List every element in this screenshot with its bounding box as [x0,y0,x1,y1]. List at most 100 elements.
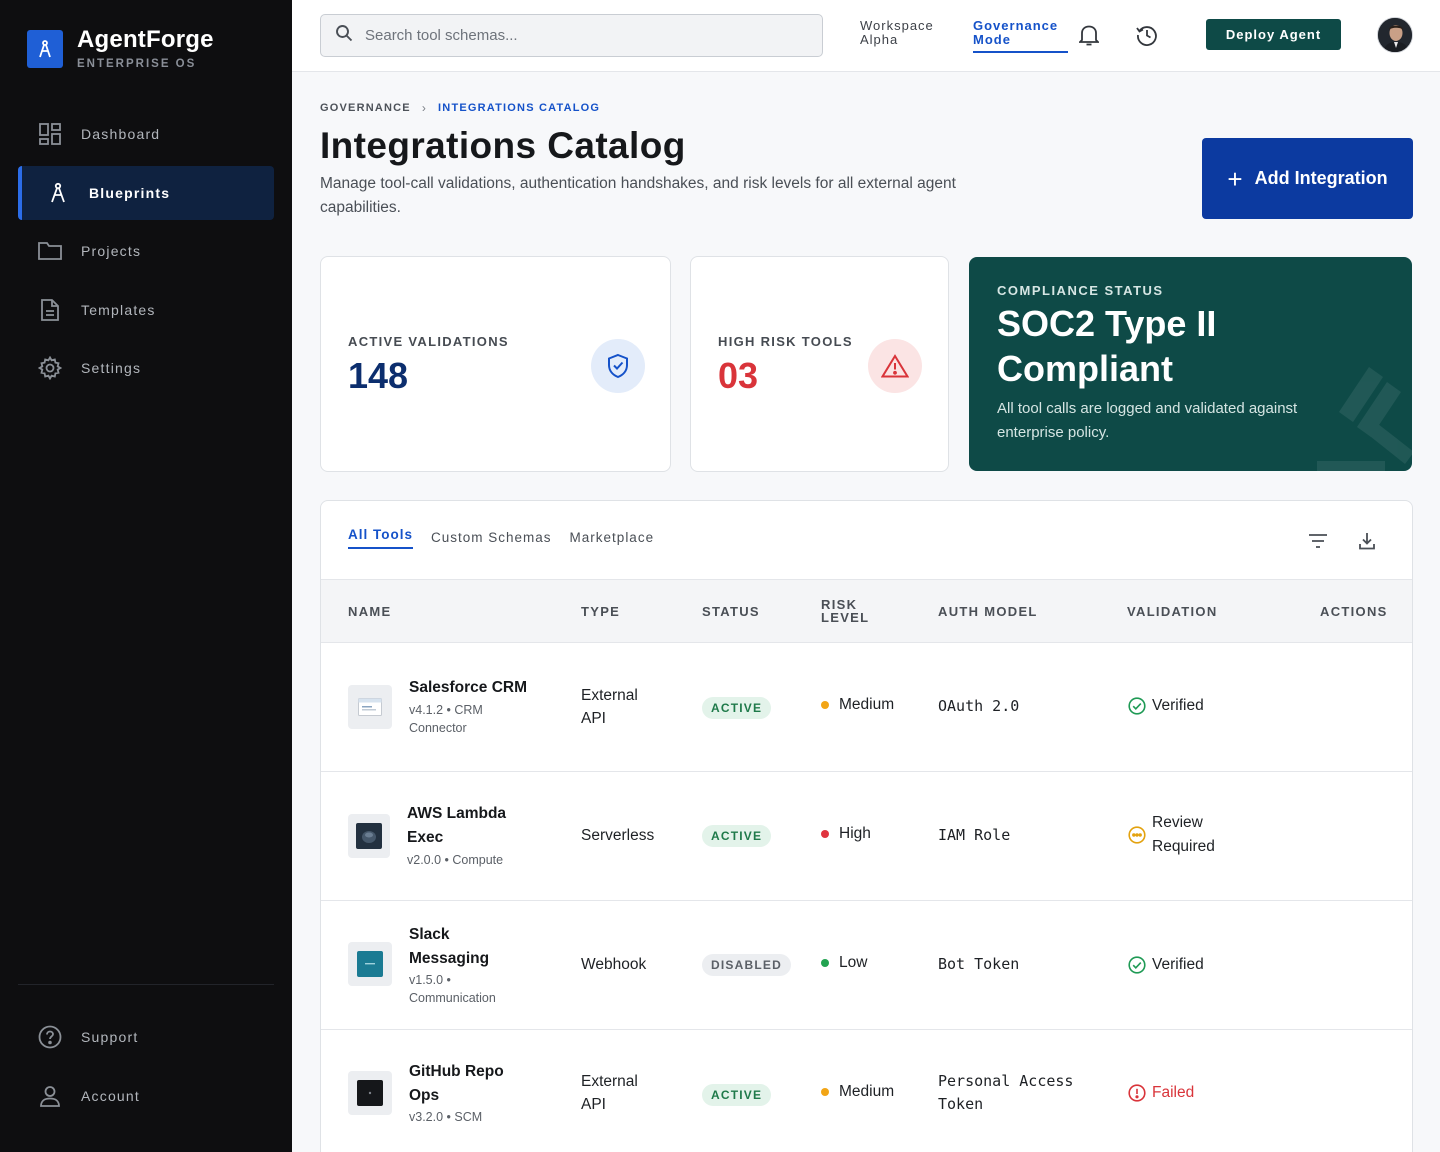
compliance-description: All tool calls are logged and validated … [997,400,1298,441]
check-circle-icon [1128,956,1146,974]
risk-dot [821,830,829,838]
workspace-switcher[interactable]: Workspace Alpha [860,19,950,47]
dashboard-grid-icon [38,122,62,146]
filter-icon[interactable] [1307,530,1329,552]
compass-icon [46,181,70,205]
breadcrumb-parent[interactable]: GOVERNANCE [320,102,411,114]
avatar[interactable] [1377,17,1413,53]
risk-dot [821,1088,829,1096]
sidebar-item-settings[interactable]: Settings [18,341,274,395]
stat-label: HIGH RISK TOOLS [718,334,853,349]
page-description: Manage tool-call validations, authentica… [320,175,956,216]
validation-status: Failed [1128,1081,1194,1105]
page-title: Integrations Catalog [320,125,686,166]
integrations-table-panel: All Tools Custom Schemas Marketplace NAM… [320,500,1413,1152]
sidebar-item-projects[interactable]: Projects [18,224,274,278]
governance-mode-link[interactable]: Governance Mode [973,19,1068,53]
sidebar-item-label: Dashboard [81,126,161,142]
sidebar-item-templates[interactable]: Templates [18,283,274,337]
tool-name[interactable]: Salesforce CRM [409,676,527,700]
sidebar-item-label: Templates [81,301,156,318]
col-actions: ACTIONS [1320,604,1388,619]
shield-check-icon [591,339,645,393]
brand[interactable]: AgentForge ENTERPRISE OS [27,28,214,70]
sidebar-item-blueprints[interactable]: Blueprints [18,165,274,220]
slack-logo-icon [348,942,392,986]
col-type: TYPE [581,604,621,619]
col-status: STATUS [702,604,760,619]
sidebar-item-support[interactable]: Support [18,1010,274,1064]
sidebar-item-label: Account [81,1087,140,1104]
auth-model: IAM Role [938,826,1011,844]
table-row[interactable]: Salesforce CRM v4.1.2 • CRM Connector Ex… [321,643,1412,772]
salesforce-logo-icon [348,685,392,729]
stat-value: 148 [348,355,409,396]
sidebar-item-label: Projects [81,243,142,259]
compliance-label: COMPLIANCE STATUS [997,283,1164,298]
download-icon[interactable] [1356,530,1378,552]
auth-model: OAuth 2.0 [938,697,1020,715]
validation-status: Verified [1128,953,1204,977]
sidebar-item-label: Settings [81,360,142,376]
table-row[interactable]: Slack Messaging v1.5.0 • Communication W… [321,901,1412,1030]
bell-icon[interactable] [1077,23,1101,47]
col-auth-model: AUTH MODEL [938,604,1038,619]
brand-name: AgentForge [77,26,214,53]
tool-meta: v3.2.0 • SCM [409,1110,483,1124]
gear-icon [38,356,62,380]
sidebar-item-account[interactable]: Account [18,1069,274,1123]
tool-name[interactable]: Slack Messaging [409,923,519,971]
risk-dot [821,959,829,967]
help-circle-icon [38,1025,62,1049]
col-risk-level: RISK LEVEL [821,597,870,625]
sidebar-bottom-nav: Support Account [18,1010,274,1127]
risk-level: High [821,825,871,843]
user-icon [38,1084,62,1108]
tab-all-tools[interactable]: All Tools [348,527,413,549]
search-box[interactable] [320,14,823,57]
tool-meta: v1.5.0 • Communication [409,973,496,1005]
validation-label: Review Required [1152,814,1215,855]
stat-label: ACTIVE VALIDATIONS [348,334,509,349]
search-input[interactable] [365,27,785,44]
folder-icon [38,239,62,263]
github-logo-icon [348,1071,392,1115]
search-icon [335,24,353,47]
deploy-agent-button[interactable]: Deploy Agent [1206,19,1341,50]
tab-custom-schemas[interactable]: Custom Schemas [431,530,552,549]
compliance-status-card: COMPLIANCE STATUS SOC2 Type II Compliant… [969,257,1412,471]
gavel-watermark-icon [1317,367,1412,471]
add-integration-button[interactable]: + Add Integration [1202,138,1413,219]
sidebar-item-dashboard[interactable]: Dashboard [18,107,274,161]
alert-circle-icon [1128,1084,1146,1102]
active-validations-card: ACTIVE VALIDATIONS 148 [320,256,671,472]
stat-value: 03 [718,355,759,396]
validation-status: Review Required [1128,811,1238,859]
tool-name[interactable]: AWS Lambda Exec [407,802,527,850]
sidebar-nav: Dashboard Blueprints Projects Templates … [18,107,274,400]
risk-level: Medium [821,1083,894,1101]
aws-lambda-logo-icon [348,814,390,858]
tool-name[interactable]: GitHub Repo Ops [409,1060,519,1108]
table-row[interactable]: GitHub Repo Ops v3.2.0 • SCM External AP… [321,1030,1412,1152]
tool-meta: v2.0.0 • Compute [407,853,504,867]
auth-model: Bot Token [938,955,1020,973]
validation-status: Verified [1128,694,1204,718]
high-risk-tools-card: HIGH RISK TOOLS 03 [690,256,949,472]
table-row[interactable]: AWS Lambda Exec v2.0.0 • Compute Serverl… [321,772,1412,901]
history-icon[interactable] [1135,23,1159,47]
top-bar: Workspace Alpha Governance Mode Deploy A… [292,0,1440,72]
check-circle-icon [1128,697,1146,715]
risk-label: High [839,825,871,842]
table-header: NAME TYPE STATUS RISK LEVEL AUTH MODEL V… [321,579,1412,643]
validation-label: Verified [1152,956,1204,973]
add-integration-label: Add Integration [1254,168,1388,188]
validation-label: Failed [1152,1084,1195,1101]
warning-triangle-icon [868,339,922,393]
brand-logo-icon [27,30,63,68]
risk-level: Medium [821,696,894,714]
tab-marketplace[interactable]: Marketplace [570,530,655,549]
chevron-right-icon: › [421,101,428,115]
tool-type: Serverless [581,827,655,844]
status-badge: DISABLED [702,954,791,976]
